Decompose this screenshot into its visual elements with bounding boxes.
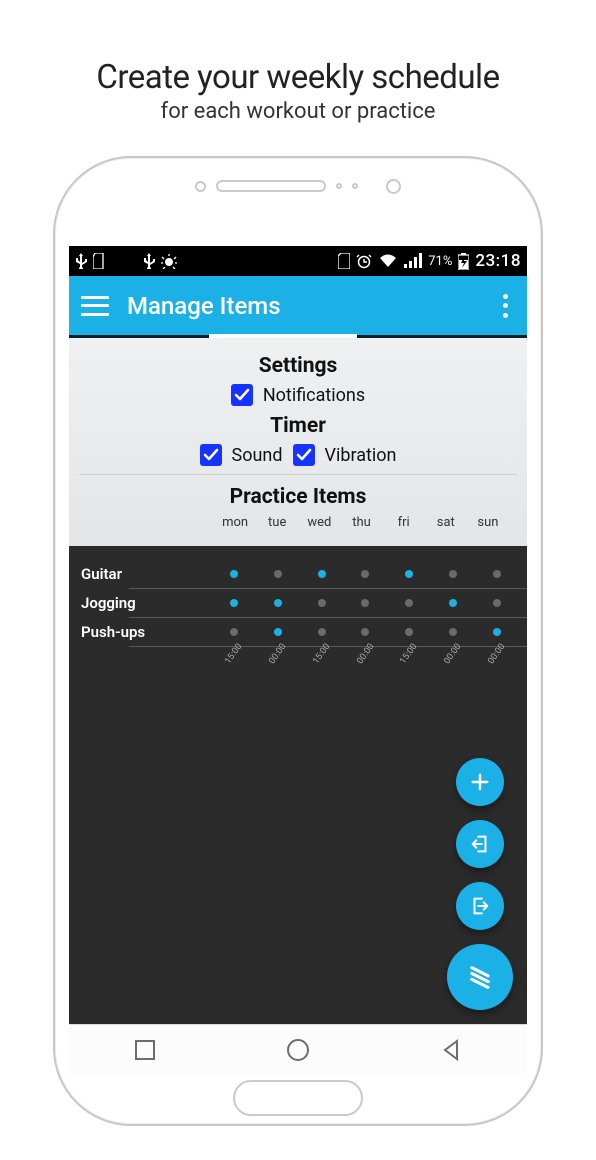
- day-dot[interactable]: [431, 599, 475, 607]
- vibration-checkbox[interactable]: [293, 444, 315, 466]
- tab-indicator: [209, 334, 357, 338]
- divider: [79, 474, 517, 475]
- home-button[interactable]: [285, 1037, 311, 1063]
- day-header: sun: [467, 515, 509, 530]
- vibration-label: Vibration: [325, 445, 397, 466]
- menu-button[interactable]: [81, 296, 109, 316]
- front-camera-icon: [386, 179, 401, 194]
- day-header-row: mon tue wed thu fri sat sun: [79, 515, 517, 536]
- day-header: fri: [383, 515, 425, 530]
- promo-subtitle: for each workout or practice: [0, 99, 596, 124]
- day-dot[interactable]: [475, 599, 519, 607]
- sim-icon: [338, 253, 350, 269]
- day-dot[interactable]: [300, 628, 344, 636]
- alarm-icon: [356, 253, 372, 269]
- battery-percent: 71%: [428, 254, 452, 269]
- sensor-dot-icon: [336, 183, 342, 189]
- export-fab[interactable]: [456, 882, 504, 930]
- usb-icon: [75, 253, 87, 269]
- sound-checkbox[interactable]: [200, 444, 222, 466]
- main-fab[interactable]: [447, 944, 513, 1010]
- day-dot[interactable]: [344, 599, 388, 607]
- signal-icon: [404, 253, 422, 269]
- add-item-fab[interactable]: [456, 758, 504, 806]
- back-button[interactable]: [438, 1037, 464, 1063]
- notifications-label: Notifications: [263, 385, 365, 406]
- schedule-item-label: Push-ups: [77, 623, 212, 641]
- day-dot[interactable]: [431, 570, 475, 578]
- practice-heading: Practice Items: [79, 485, 517, 509]
- promo-heading: Create your weekly schedule for each wor…: [0, 0, 596, 124]
- speaker-slot-icon: [216, 180, 326, 192]
- promo-title: Create your weekly schedule: [0, 58, 596, 97]
- day-dot[interactable]: [387, 570, 431, 578]
- app-title: Manage Items: [127, 292, 281, 320]
- wifi-icon: [378, 253, 398, 269]
- usb-icon: [143, 253, 155, 269]
- import-fab[interactable]: [456, 820, 504, 868]
- phone-frame: 71% 23:18 Manage Items Sett: [53, 156, 543, 1126]
- phone-sensors: [55, 176, 541, 196]
- overflow-menu-button[interactable]: [495, 294, 515, 318]
- settings-pane: Settings Notifications Timer Sound: [69, 338, 527, 546]
- day-dot[interactable]: [475, 570, 519, 578]
- day-dot[interactable]: [431, 628, 475, 636]
- day-dot[interactable]: [212, 628, 256, 636]
- day-dot[interactable]: [300, 599, 344, 607]
- physical-home-button: [233, 1080, 363, 1116]
- settings-heading: Settings: [79, 354, 517, 378]
- day-dot[interactable]: [387, 599, 431, 607]
- schedule-row[interactable]: Jogging: [69, 589, 527, 617]
- schedule-item-label: Jogging: [77, 594, 212, 612]
- day-dot[interactable]: [387, 628, 431, 636]
- sdcard-icon: [93, 253, 105, 269]
- day-dot[interactable]: [344, 570, 388, 578]
- day-dot[interactable]: [256, 628, 300, 636]
- fab-stack: [447, 758, 513, 1010]
- schedule-item-label: Guitar: [77, 565, 212, 583]
- day-header: wed: [298, 515, 340, 530]
- day-dot[interactable]: [256, 599, 300, 607]
- times-row: 15:0000:0015:0000:0015:0000:0000:00: [69, 647, 527, 659]
- day-dot[interactable]: [256, 570, 300, 578]
- day-dot[interactable]: [344, 628, 388, 636]
- android-nav-bar: [69, 1024, 527, 1074]
- schedule-pane: Guitar Jogging Push-ups 15:0000:0015:0000:0…: [69, 546, 527, 1024]
- status-bar: 71% 23:18: [69, 246, 527, 276]
- day-dot[interactable]: [475, 628, 519, 636]
- sound-label: Sound: [232, 445, 283, 466]
- sensor-dot-icon: [195, 181, 206, 192]
- app-bar: Manage Items: [69, 276, 527, 338]
- recent-apps-button[interactable]: [132, 1037, 158, 1063]
- timer-heading: Timer: [79, 414, 517, 438]
- screen: 71% 23:18 Manage Items Sett: [69, 246, 527, 1024]
- schedule-row[interactable]: Guitar: [69, 560, 527, 588]
- debug-icon: [161, 253, 177, 269]
- notifications-checkbox[interactable]: [231, 384, 253, 406]
- day-dot[interactable]: [212, 599, 256, 607]
- day-header: thu: [340, 515, 382, 530]
- day-header: mon: [214, 515, 256, 530]
- sensor-dot-icon: [352, 183, 358, 189]
- status-time: 23:18: [475, 251, 521, 271]
- day-dot[interactable]: [300, 570, 344, 578]
- day-dot[interactable]: [212, 570, 256, 578]
- day-header: sat: [425, 515, 467, 530]
- day-header: tue: [256, 515, 298, 530]
- battery-charging-icon: [458, 253, 469, 270]
